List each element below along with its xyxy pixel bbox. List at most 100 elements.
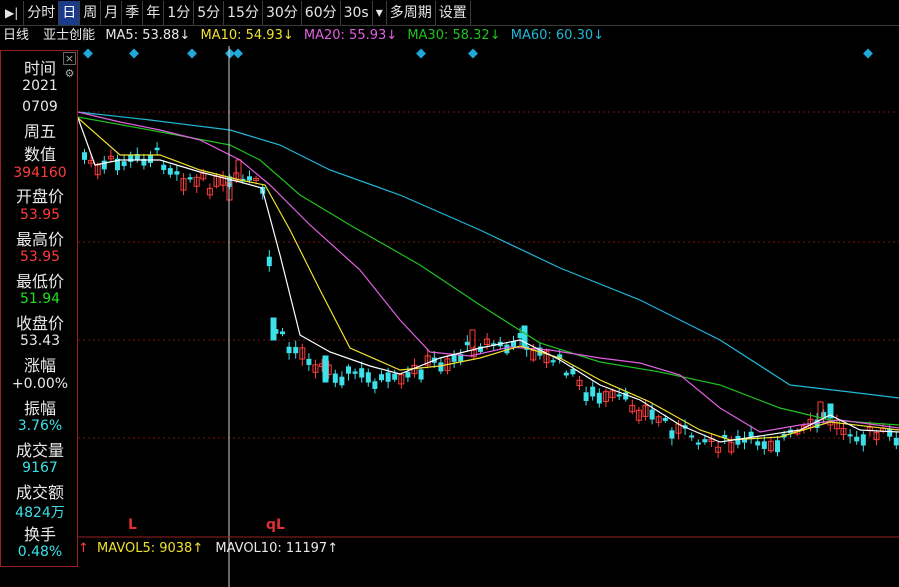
period-toolbar: ▶| 分时日周月季年 1分 5分 15分 30分 60分 30s ▾ 多周期 设置 bbox=[0, 0, 899, 26]
candle-body-42 bbox=[359, 368, 365, 378]
ma20-line bbox=[77, 111, 899, 433]
candle-body-34 bbox=[306, 358, 312, 366]
candle-body-39 bbox=[339, 376, 345, 386]
event-diamond-4 bbox=[233, 48, 243, 59]
open-value: 53.95 bbox=[19, 207, 61, 223]
period-tab-11[interactable]: 30s bbox=[341, 0, 373, 25]
candle-body-45 bbox=[379, 374, 384, 381]
candle-body-43 bbox=[365, 372, 371, 383]
candle-body-118 bbox=[860, 434, 866, 446]
candle-body-54 bbox=[438, 362, 444, 372]
volume-indicator-bar: ↑ MAVOL5: 9038↑ MAVOL10: 11197↑ bbox=[78, 540, 338, 558]
ma30-value: MA30: 58.32↓ bbox=[407, 28, 501, 43]
candle-body-81 bbox=[616, 394, 622, 397]
candle-body-76 bbox=[583, 392, 589, 401]
candle-body-105 bbox=[775, 440, 780, 453]
candle-body-101 bbox=[748, 431, 754, 437]
event-diamond-7 bbox=[863, 48, 873, 59]
right-marker: qL bbox=[266, 517, 285, 533]
candle-body-3 bbox=[101, 160, 107, 170]
high-label: 最高价 bbox=[15, 230, 64, 249]
candle-body-0 bbox=[82, 152, 87, 160]
period-tab-6[interactable]: 1分 bbox=[164, 0, 195, 25]
ma10-line bbox=[77, 117, 899, 441]
event-diamond-5 bbox=[416, 48, 426, 59]
candle-body-58 bbox=[464, 341, 470, 346]
amplitude-value: 3.76% bbox=[17, 418, 63, 434]
candle-body-116 bbox=[847, 434, 853, 437]
candle-body-71 bbox=[550, 360, 556, 363]
weekday-value: 周五 bbox=[23, 122, 56, 141]
candle-body-30 bbox=[280, 331, 285, 335]
volume-up-arrow-icon: ↑ bbox=[78, 541, 89, 556]
close-icon[interactable]: × bbox=[63, 52, 76, 65]
candle-body-28 bbox=[266, 256, 272, 267]
period-tab-13[interactable]: 多周期 bbox=[387, 0, 436, 25]
period-tab-4[interactable]: 季 bbox=[122, 0, 144, 25]
candle-body-92 bbox=[689, 435, 695, 438]
ma-info-bar: 日线 亚士创能 MA5: 53.88↓ MA10: 54.93↓ MA20: 5… bbox=[0, 26, 899, 46]
candle-body-51 bbox=[418, 369, 424, 380]
exchange-value: 0.48% bbox=[17, 544, 63, 560]
candle-body-86 bbox=[649, 409, 655, 420]
moving-average-lines bbox=[77, 111, 899, 443]
gear-icon[interactable]: ⚙ bbox=[63, 67, 76, 80]
ma20-value: MA20: 55.93↓ bbox=[303, 28, 398, 43]
candle-body-41 bbox=[352, 371, 358, 374]
turnover-label: 成交额 bbox=[15, 483, 64, 502]
expand-icon[interactable]: ▶| bbox=[0, 0, 25, 25]
amplitude-label: 振幅 bbox=[23, 399, 56, 418]
period-tab-14[interactable]: 设置 bbox=[436, 0, 471, 25]
period-tab-8[interactable]: 15分 bbox=[224, 0, 263, 25]
ma30-line bbox=[77, 116, 899, 426]
date-value: 0709 bbox=[22, 99, 58, 115]
period-label: 日线 bbox=[3, 28, 30, 43]
ma10-value: MA10: 54.93↓ bbox=[200, 28, 294, 43]
year-value: 2021 bbox=[22, 78, 58, 94]
value-label: 数值 bbox=[23, 145, 56, 164]
candle-body-49 bbox=[405, 372, 411, 378]
candle-body-117 bbox=[854, 436, 860, 442]
candle-body-77 bbox=[590, 386, 596, 397]
candle-body-13 bbox=[167, 168, 173, 175]
turnover-value: 4824万 bbox=[15, 505, 65, 521]
mavol5-value: MAVOL5: 9038↑ bbox=[97, 541, 204, 556]
candle-body-94 bbox=[702, 439, 708, 443]
period-tab-12[interactable]: ▾ bbox=[373, 0, 387, 25]
change-value: +0.00% bbox=[11, 376, 69, 392]
candle-body-99 bbox=[735, 435, 741, 445]
candle-body-46 bbox=[385, 372, 391, 382]
candle-body-6 bbox=[121, 161, 127, 167]
spike-candle-6 bbox=[469, 329, 476, 349]
period-tab-3[interactable]: 月 bbox=[101, 0, 123, 25]
candle-body-38 bbox=[332, 373, 338, 383]
candle-body-123 bbox=[893, 437, 899, 446]
period-tab-9[interactable]: 30分 bbox=[263, 0, 302, 25]
stock-name[interactable]: 亚士创能 bbox=[43, 28, 95, 43]
candle-body-44 bbox=[372, 381, 378, 389]
period-tab-2[interactable]: 周 bbox=[80, 0, 102, 25]
exchange-label: 换手 bbox=[23, 525, 56, 544]
event-diamond-2 bbox=[187, 48, 197, 59]
period-tab-1[interactable]: 日 bbox=[59, 0, 81, 25]
period-tab-10[interactable]: 60分 bbox=[302, 0, 341, 25]
volume-label: 成交量 bbox=[15, 441, 64, 460]
event-diamond-0 bbox=[83, 48, 93, 59]
ma5-value: MA5: 53.88↓ bbox=[105, 28, 191, 43]
candle-body-88 bbox=[662, 418, 668, 421]
kline-chart[interactable] bbox=[0, 0, 899, 587]
candle-body-12 bbox=[161, 164, 167, 171]
spike-candle-7 bbox=[322, 355, 329, 383]
period-tab-0[interactable]: 分时 bbox=[24, 0, 60, 25]
candle-body-14 bbox=[174, 171, 180, 175]
event-diamond-6 bbox=[468, 48, 478, 59]
spike-candle-0 bbox=[270, 317, 277, 341]
close-label: 收盘价 bbox=[15, 314, 64, 333]
candle-body-103 bbox=[761, 441, 767, 449]
volume-value: 9167 bbox=[22, 460, 58, 476]
candle-body-31 bbox=[286, 346, 292, 354]
value-value: 394160 bbox=[13, 165, 67, 181]
candle-body-10 bbox=[148, 154, 153, 163]
period-tab-5[interactable]: 年 bbox=[143, 0, 165, 25]
period-tab-7[interactable]: 5分 bbox=[194, 0, 225, 25]
